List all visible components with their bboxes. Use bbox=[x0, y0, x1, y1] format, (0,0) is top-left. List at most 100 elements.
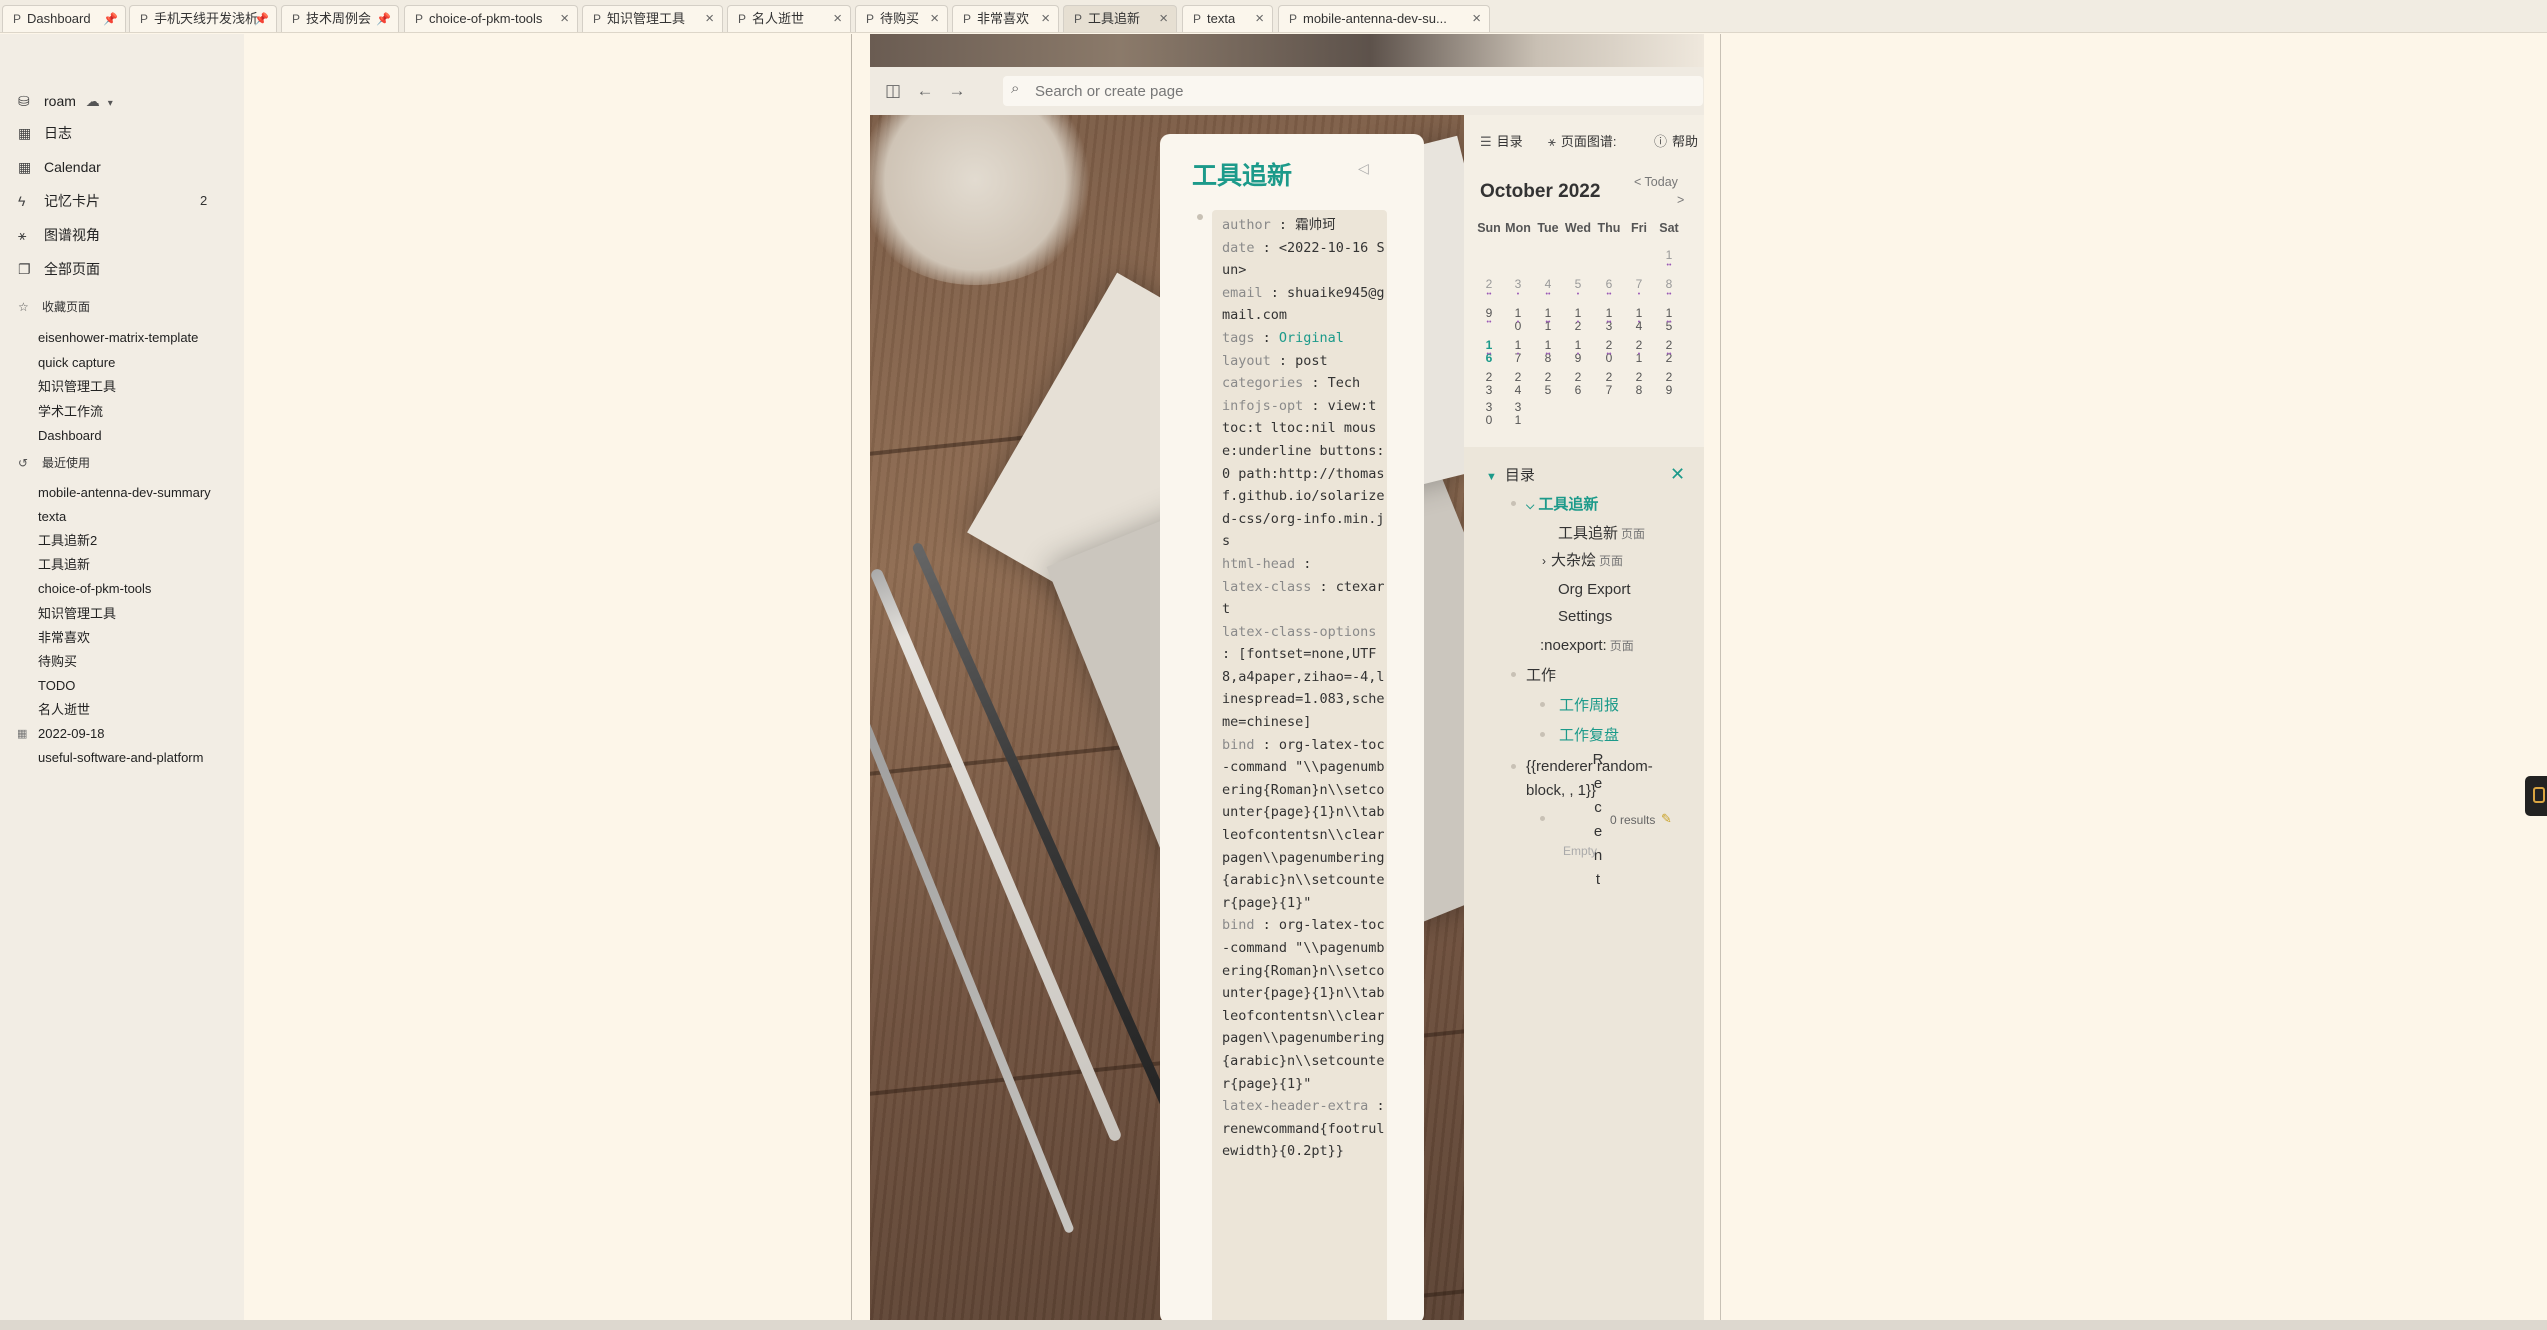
toc-item[interactable]: :noexport: 页面 bbox=[1540, 637, 1634, 654]
property-value[interactable]: Original bbox=[1279, 330, 1344, 346]
favorite-item[interactable]: 知识管理工具 bbox=[38, 376, 116, 398]
property-categories[interactable]: categories : Tech bbox=[1222, 372, 1387, 395]
sidebar-divider[interactable] bbox=[851, 34, 852, 1320]
toc-bullet[interactable] bbox=[1511, 764, 1516, 769]
tab-5[interactable]: P 知识管理工具 × bbox=[582, 5, 723, 32]
tab-8[interactable]: P 非常喜欢 × bbox=[952, 5, 1059, 32]
tab-7[interactable]: P 待购买 × bbox=[855, 5, 948, 32]
toc-bullet[interactable] bbox=[1540, 702, 1545, 707]
calendar-day[interactable]: 2 4 bbox=[1503, 371, 1533, 397]
calendar-day[interactable]: 2 8 bbox=[1624, 371, 1654, 397]
search-box[interactable]: ⌕ Search or create page bbox=[1003, 76, 1703, 106]
property-bind[interactable]: bind : org-latex-toc-command "\\pagenumb… bbox=[1222, 914, 1387, 1095]
property-date[interactable]: date : <2022-10-16 Sun> bbox=[1222, 237, 1387, 282]
calendar-day[interactable]: 3 1 bbox=[1503, 401, 1533, 427]
calendar-day[interactable]: 3 0 bbox=[1474, 401, 1504, 427]
calendar-day[interactable]: 2 bbox=[1474, 278, 1504, 291]
favorite-item[interactable]: quick capture bbox=[38, 352, 115, 374]
toc-bullet[interactable] bbox=[1540, 816, 1545, 821]
calendar-next-button[interactable]: > bbox=[1677, 193, 1684, 207]
toc-root[interactable]: ⌵ 工具追新 bbox=[1526, 493, 1598, 514]
recent-item[interactable]: mobile-antenna-dev-summary bbox=[38, 482, 211, 504]
close-tab-icon[interactable]: × bbox=[1255, 6, 1264, 32]
calendar-day[interactable]: 2 9 bbox=[1654, 371, 1684, 397]
close-tab-icon[interactable]: × bbox=[1159, 6, 1168, 32]
toc-item[interactable]: › 大杂烩 页面 bbox=[1542, 549, 1623, 570]
calendar-day[interactable]: 2 5 bbox=[1533, 371, 1563, 397]
calendar-day[interactable]: 3 bbox=[1503, 278, 1533, 291]
back-arrow-icon[interactable]: ← bbox=[913, 79, 937, 103]
recent-item[interactable]: 2022-09-18 bbox=[38, 723, 105, 745]
property-layout[interactable]: layout : post bbox=[1222, 350, 1387, 373]
recent-item[interactable]: TODO bbox=[38, 675, 75, 697]
pin-icon[interactable]: 📌 bbox=[376, 6, 391, 32]
calendar-day[interactable]: 2 6 bbox=[1563, 371, 1593, 397]
calendar-day[interactable]: 4 bbox=[1533, 278, 1563, 291]
favorite-item[interactable]: 学术工作流 bbox=[38, 401, 103, 423]
recent-item[interactable]: texta bbox=[38, 506, 66, 528]
toc-bullet[interactable] bbox=[1540, 732, 1545, 737]
calendar-day[interactable]: 6 bbox=[1594, 278, 1624, 291]
tab-toc[interactable]: ☰ 目录 bbox=[1480, 131, 1523, 150]
toc-work-item[interactable]: 工作周报 bbox=[1559, 694, 1619, 715]
calendar-day[interactable]: 5 bbox=[1563, 278, 1593, 291]
tab-page-graph[interactable]: ⚹ 页面图谱: bbox=[1548, 131, 1616, 150]
recent-item[interactable]: 工具追新2 bbox=[38, 530, 97, 552]
tab-10[interactable]: Ptexta × bbox=[1182, 5, 1273, 32]
toc-item[interactable]: 工具追新 页面 bbox=[1558, 522, 1645, 543]
recent-item[interactable]: useful-software-and-platform bbox=[38, 747, 203, 769]
toggle-sidebar-icon[interactable]: ◫ bbox=[881, 79, 905, 103]
collapse-arrow-icon[interactable]: ◁ bbox=[1358, 160, 1369, 177]
graph-selector[interactable]: ⛁ roam ☁ ▾ bbox=[18, 88, 113, 114]
sidebar-nav-item[interactable]: ϟ 记忆卡片 bbox=[18, 188, 100, 214]
calendar-day[interactable]: 7 bbox=[1624, 278, 1654, 291]
toc-header[interactable]: ▼ 目录 bbox=[1486, 464, 1535, 485]
calendar-day[interactable]: 8 bbox=[1654, 278, 1684, 291]
pencil-icon[interactable]: ✎ bbox=[1661, 811, 1672, 827]
recent-header[interactable]: ↺ 最近使用 bbox=[18, 452, 90, 474]
recent-item[interactable]: 待购买 bbox=[38, 651, 77, 673]
sidebar-nav-item[interactable]: ❐ 全部页面 bbox=[18, 256, 100, 282]
tab-help[interactable]: ⓘ 帮助 bbox=[1654, 131, 1702, 150]
recent-item[interactable]: 工具追新 bbox=[38, 554, 90, 576]
pin-icon[interactable]: 📌 bbox=[103, 6, 118, 32]
property-tags[interactable]: tags : Original bbox=[1222, 327, 1387, 350]
close-tab-icon[interactable]: × bbox=[833, 6, 842, 32]
recent-item[interactable]: choice-of-pkm-tools bbox=[38, 578, 151, 600]
favorites-header[interactable]: ☆ 收藏页面 bbox=[18, 296, 90, 318]
close-tab-icon[interactable]: × bbox=[1472, 6, 1481, 32]
toc-bullet[interactable] bbox=[1511, 672, 1516, 677]
close-tab-icon[interactable]: × bbox=[1041, 6, 1050, 32]
property-author[interactable]: author : 霜帅珂 bbox=[1222, 214, 1387, 237]
properties-block[interactable]: author : 霜帅珂 date : <2022-10-16 Sun> email… bbox=[1212, 210, 1387, 1330]
property-latex-class[interactable]: latex-class : ctexart bbox=[1222, 576, 1387, 621]
close-tab-icon[interactable]: × bbox=[930, 6, 939, 32]
toc-work[interactable]: 工作 bbox=[1526, 664, 1556, 685]
calendar-day[interactable]: 2 7 bbox=[1594, 371, 1624, 397]
sidebar-nav-item[interactable]: ▦ Calendar bbox=[18, 154, 101, 180]
tab-1[interactable]: P Dashboard 📌 bbox=[2, 5, 126, 32]
sidebar-nav-item[interactable]: ▦ 日志 bbox=[18, 120, 72, 146]
tab-2[interactable]: P 手机天线开发浅析 📌 bbox=[129, 5, 277, 32]
calendar-day[interactable]: 1 bbox=[1654, 249, 1684, 262]
toc-item[interactable]: Org Export Settings bbox=[1558, 576, 1648, 630]
tab-4[interactable]: Pchoice-of-pkm-tools × bbox=[404, 5, 578, 32]
tab-3[interactable]: P 技术周例会 📌 bbox=[281, 5, 399, 32]
bottom-scrollbar[interactable] bbox=[0, 1320, 2547, 1330]
recent-item[interactable]: 知识管理工具 bbox=[38, 603, 116, 625]
floating-plugin-button[interactable] bbox=[2525, 776, 2547, 816]
tab-11[interactable]: Pmobile-antenna-dev-su... × bbox=[1278, 5, 1490, 32]
property-latex-class-options[interactable]: latex-class-options : [fontset=none,UTF8… bbox=[1222, 621, 1387, 734]
toc-bullet[interactable] bbox=[1511, 501, 1516, 506]
toc-work-item[interactable]: 工作复盘 bbox=[1559, 724, 1619, 745]
close-tab-icon[interactable]: × bbox=[705, 6, 714, 32]
tab-6[interactable]: P 名人逝世 × bbox=[727, 5, 851, 32]
sidebar-nav-item[interactable]: ⚹ 图谱视角 bbox=[18, 222, 100, 248]
recent-item[interactable]: 名人逝世 bbox=[38, 699, 90, 721]
property-email[interactable]: email : shuaike945@gmail.com bbox=[1222, 282, 1387, 327]
property-infojs-opt[interactable]: infojs-opt : view:t toc:t ltoc:nil mouse… bbox=[1222, 395, 1387, 553]
favorite-item[interactable]: Dashboard bbox=[38, 425, 102, 447]
property-bind[interactable]: bind : org-latex-toc-command "\\pagenumb… bbox=[1222, 734, 1387, 915]
block-bullet[interactable] bbox=[1197, 214, 1203, 220]
recent-item[interactable]: 非常喜欢 bbox=[38, 627, 90, 649]
